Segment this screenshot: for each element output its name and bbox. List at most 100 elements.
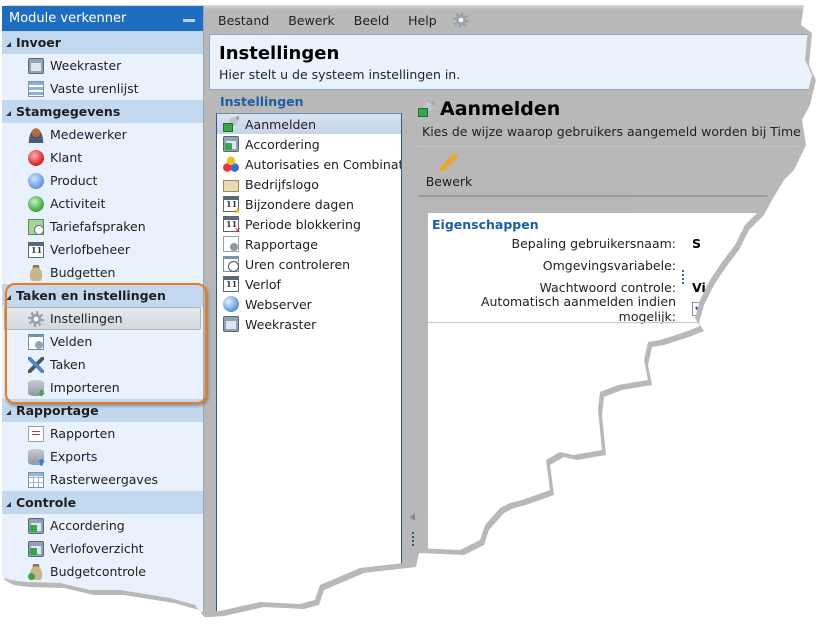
list-item-bedrijfslogo[interactable]: Bedrijfslogo	[217, 174, 401, 194]
group-balls-icon	[223, 156, 239, 172]
sidebar-item-label: Product	[50, 173, 98, 188]
sidebar-item-velden[interactable]: Velden	[2, 330, 203, 353]
divider	[418, 146, 812, 147]
edit-button[interactable]: Bewerk	[424, 153, 474, 189]
sidebar-item-label: Verlofoverzicht	[50, 541, 144, 556]
sidebar-item-accordering[interactable]: Accordering	[2, 514, 203, 537]
expand-triangle-icon	[6, 294, 11, 300]
blue-ball-icon	[28, 172, 44, 189]
key-check-icon	[418, 101, 434, 117]
approval-calendar-icon	[223, 136, 239, 152]
table-icon	[28, 471, 44, 488]
toolbar-divider	[418, 195, 812, 197]
report-gear-icon	[223, 236, 239, 252]
sidebar-item-label: Weekraster	[50, 58, 122, 73]
group-rapportage[interactable]: Rapportage	[2, 399, 203, 422]
property-label: Wachtwoord controle:	[539, 279, 677, 295]
group-label: Rapportage	[16, 403, 99, 418]
sidebar-item-label: Budgetcontrole	[50, 564, 146, 579]
sidebar-item-product[interactable]: Product	[2, 169, 203, 192]
sidebar-item-label: Medewerker	[50, 127, 127, 142]
gear-icon	[28, 310, 44, 327]
sidebar-item-taken[interactable]: Taken	[2, 353, 203, 376]
column-splitter-handle[interactable]	[682, 270, 684, 284]
application-window: Module verkenner Invoer Weekraster Vaste…	[0, 0, 816, 612]
detail-description: Kies de wijze waarop gebruikers aangemel…	[422, 124, 816, 139]
list-item-label: Periode blokkering	[245, 216, 361, 232]
module-explorer-header: Module verkenner	[2, 6, 203, 31]
list-item-accordering[interactable]: Accordering	[217, 134, 401, 154]
sidebar-item-label: Accordering	[50, 518, 125, 533]
expand-triangle-icon	[6, 409, 11, 415]
sidebar-item-label: Budgetten	[50, 265, 116, 280]
logo-image-icon	[223, 180, 239, 192]
sidebar-item-rasterweergaves[interactable]: Rasterweergaves	[2, 468, 203, 491]
sidebar-item-label: Instellingen	[50, 311, 123, 326]
divider	[428, 322, 812, 323]
money-bag-check-icon	[28, 563, 44, 580]
group-label: Taken en instellingen	[16, 288, 166, 303]
list-item-label: Aanmelden	[245, 116, 317, 132]
property-row: Automatisch aanmelden indien mogelijk:	[428, 294, 812, 324]
minimize-icon[interactable]	[183, 19, 195, 22]
list-item-periode-blokkering[interactable]: Periode blokkering	[217, 214, 401, 234]
approval-calendar-icon	[28, 540, 44, 557]
sidebar-item-verlofbeheer[interactable]: Verlofbeheer	[2, 238, 203, 261]
expand-triangle-icon	[6, 501, 11, 507]
group-controle[interactable]: Controle	[2, 491, 203, 514]
group-taken-en-instellingen[interactable]: Taken en instellingen	[2, 284, 203, 307]
list-item-webserver[interactable]: Webserver	[217, 294, 401, 314]
list-item-label: Autorisaties en Combinaties	[245, 156, 401, 172]
edit-button-label: Bewerk	[425, 174, 473, 189]
collapse-arrow-icon[interactable]	[410, 513, 415, 521]
money-bag-icon	[28, 264, 44, 281]
list-item-uren-controleren[interactable]: Uren controleren	[217, 254, 401, 274]
list-item-label: Webserver	[245, 296, 312, 312]
menu-bewerk[interactable]: Bewerk	[288, 13, 335, 28]
list-item-bijzondere-dagen[interactable]: Bijzondere dagen	[217, 194, 401, 214]
menu-help[interactable]: Help	[408, 13, 437, 28]
property-label: Automatisch aanmelden indien mogelijk:	[480, 294, 676, 324]
settings-list: Aanmelden Accordering Autorisaties en Co…	[216, 113, 402, 612]
sidebar-item-label: Activiteit	[50, 196, 106, 211]
splitter-handle[interactable]	[412, 532, 414, 546]
sidebar-item-label: Velden	[50, 334, 93, 349]
menu-bestand[interactable]: Bestand	[218, 13, 269, 28]
sidebar-item-klant[interactable]: Klant	[2, 146, 203, 169]
group-label: Invoer	[16, 35, 61, 50]
list-item-autorisaties[interactable]: Autorisaties en Combinaties	[217, 154, 401, 174]
sidebar-item-vaste-urenlijst[interactable]: Vaste urenlijst	[2, 77, 203, 100]
calendar-icon	[223, 276, 239, 292]
sidebar-item-tariefafspraken[interactable]: Tariefafspraken	[2, 215, 203, 238]
list-item-label: Bijzondere dagen	[245, 196, 354, 212]
sidebar-item-label: Vaste urenlijst	[50, 81, 139, 96]
list-item-weekraster[interactable]: Weekraster	[217, 314, 401, 334]
sidebar-item-activiteit[interactable]: Activiteit	[2, 192, 203, 215]
sidebar-item-rapporten[interactable]: Rapporten	[2, 422, 203, 445]
page-header: Instellingen Hier stelt u de systeem ins…	[209, 34, 812, 90]
list-item-verlof[interactable]: Verlof	[217, 274, 401, 294]
sidebar-item-importeren[interactable]: Importeren	[2, 376, 203, 399]
tariff-clock-icon	[28, 218, 44, 235]
menu-beeld[interactable]: Beeld	[354, 13, 389, 28]
sidebar-item-weekraster[interactable]: Weekraster	[2, 54, 203, 77]
grid-list-icon	[28, 80, 44, 97]
group-invoer[interactable]: Invoer	[2, 31, 203, 54]
sidebar-item-instellingen[interactable]: Instellingen	[4, 307, 201, 330]
sidebar-item-budgetcontrole[interactable]: Budgetcontrole	[2, 560, 203, 583]
list-item-rapportage[interactable]: Rapportage	[217, 234, 401, 254]
sidebar-item-label: Importeren	[50, 380, 120, 395]
green-ball-icon	[28, 195, 44, 212]
gear-icon[interactable]	[452, 12, 469, 28]
sidebar-item-medewerker[interactable]: Medewerker	[2, 123, 203, 146]
list-item-label: Weekraster	[245, 316, 317, 332]
sidebar-item-verlofoverzicht[interactable]: Verlofoverzicht	[2, 537, 203, 560]
group-stamgegevens[interactable]: Stamgegevens	[2, 100, 203, 123]
list-item-aanmelden[interactable]: Aanmelden	[217, 114, 401, 134]
properties-panel: Eigenschappen Bepaling gebruikersnaam: S…	[427, 212, 812, 612]
sidebar-item-budgetten[interactable]: Budgetten	[2, 261, 203, 284]
approval-calendar-icon	[28, 517, 44, 534]
sidebar-item-exports[interactable]: Exports	[2, 445, 203, 468]
red-ball-icon	[28, 149, 44, 166]
property-value: S	[692, 235, 702, 251]
